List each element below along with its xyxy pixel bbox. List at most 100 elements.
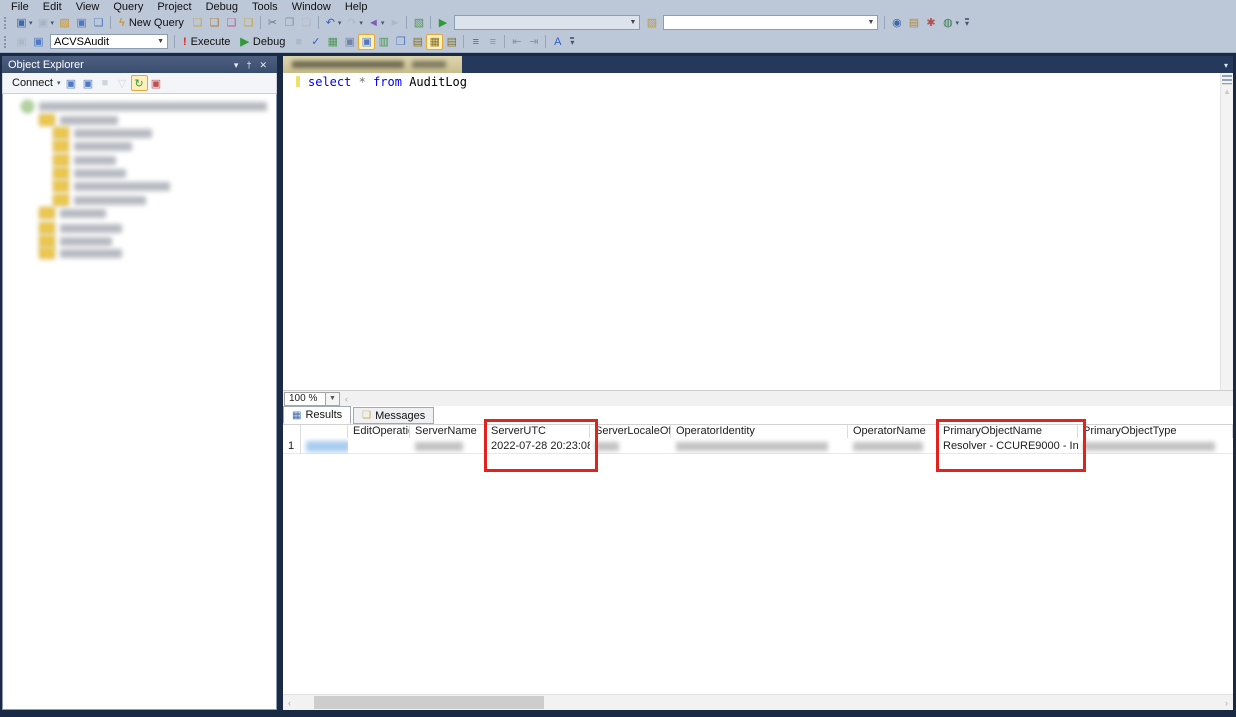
web-browser-icon[interactable]: ◍: [939, 15, 956, 31]
open-file-icon[interactable]: ▨: [56, 15, 73, 31]
redo-icon[interactable]: ↷: [343, 15, 360, 31]
tree-node-server[interactable]: [21, 99, 267, 113]
copy-icon[interactable]: ❐: [281, 15, 298, 31]
grid-cell-PrimaryObjectType[interactable]: [1078, 438, 1233, 454]
dropdown-caret-icon[interactable]: ▾: [381, 19, 385, 27]
tree-node-folder[interactable]: [39, 114, 118, 126]
tree-node-folder[interactable]: [53, 127, 152, 139]
specify-template-parameters-icon[interactable]: ▥: [375, 34, 392, 50]
sql-text-editor[interactable]: select * from AuditLog: [283, 73, 1220, 390]
results-to-text-icon[interactable]: ▤: [409, 34, 426, 50]
combo-dropdown-icon[interactable]: ▼: [868, 19, 875, 26]
tab-messages[interactable]: ❏ Messages: [353, 407, 435, 424]
grid-cell-ServerName[interactable]: [410, 438, 486, 454]
grid-column-header-ServerLocaleOffset[interactable]: ServerLocaleOffset: [590, 425, 671, 438]
object-explorer-tree[interactable]: [2, 94, 277, 710]
paste-icon[interactable]: ❑: [298, 15, 315, 31]
properties-window-icon[interactable]: ▤: [905, 15, 922, 31]
tree-node-folder[interactable]: [39, 207, 106, 219]
close-icon[interactable]: ✕: [255, 60, 271, 70]
grid-cell-EditOperation[interactable]: [348, 438, 410, 454]
increase-indent-icon[interactable]: ⇥: [525, 34, 542, 50]
include-client-statistics-icon[interactable]: ❐: [392, 34, 409, 50]
grid-cell-unnamed[interactable]: [301, 438, 348, 454]
disconnect-object-explorer-icon[interactable]: ▣: [80, 75, 97, 91]
scroll-up-icon[interactable]: ▲: [1221, 87, 1233, 97]
query-document-tab[interactable]: [283, 56, 462, 73]
navigate-backward-icon[interactable]: ◄: [365, 15, 382, 31]
add-item-icon[interactable]: ▣: [35, 15, 52, 31]
menu-item-tools[interactable]: Tools: [245, 0, 285, 14]
refresh-icon[interactable]: ↻: [130, 75, 148, 91]
dropdown-caret-icon[interactable]: ▾: [29, 19, 33, 27]
scroll-right-icon[interactable]: ›: [1220, 698, 1233, 708]
grid-column-header-unnamed[interactable]: [301, 425, 348, 438]
scroll-left-icon[interactable]: ‹: [283, 698, 296, 708]
results-horizontal-scrollbar[interactable]: ‹ ›: [283, 694, 1233, 710]
dropdown-caret-icon[interactable]: ▾: [338, 19, 342, 27]
grid-cell-OperatorIdentity[interactable]: [671, 438, 848, 454]
menu-item-view[interactable]: View: [69, 0, 107, 14]
connect-button[interactable]: Connect: [7, 74, 58, 92]
toolbar-grip[interactable]: [4, 35, 9, 48]
results-to-grid-icon[interactable]: ▦: [426, 33, 444, 50]
debug-button[interactable]: ▶ Debug: [235, 33, 290, 51]
uncomment-selection-icon[interactable]: ≡: [484, 34, 501, 50]
display-estimated-plan-icon[interactable]: ▦: [324, 34, 341, 50]
menu-item-query[interactable]: Query: [106, 0, 150, 14]
cut-icon[interactable]: ✂: [264, 15, 281, 31]
query-designer-icon[interactable]: ▣: [341, 34, 358, 50]
grid-column-header-OperatorName[interactable]: OperatorName: [848, 425, 938, 438]
scroll-left-icon[interactable]: ‹: [340, 394, 353, 404]
new-analysis-services-mdx-query-icon[interactable]: ❏: [206, 15, 223, 31]
new-analysis-services-xmla-query-icon[interactable]: ❏: [240, 15, 257, 31]
new-query-button[interactable]: ϟ New Query: [114, 14, 189, 32]
scrollbar-thumb[interactable]: [314, 696, 544, 709]
grid-cell-ServerLocaleOffset[interactable]: [590, 438, 671, 454]
new-item-icon[interactable]: ▣: [13, 15, 30, 31]
tree-node-folder[interactable]: [53, 154, 116, 166]
tree-node-folder[interactable]: [53, 167, 126, 179]
editor-vertical-scrollbar[interactable]: ▲: [1220, 73, 1233, 390]
undo-icon[interactable]: ↶: [322, 15, 339, 31]
dropdown-caret-icon[interactable]: ▾: [57, 79, 61, 87]
toolbar-overflow-icon[interactable]: ▾: [964, 17, 969, 28]
editor-zoom-level[interactable]: 100 %: [284, 391, 326, 406]
show-results-pane-icon[interactable]: ▣: [358, 33, 376, 50]
results-to-file-icon[interactable]: ▤: [443, 34, 460, 50]
stop-icon[interactable]: ■: [290, 34, 307, 50]
filter-icon[interactable]: ▽: [114, 75, 131, 91]
disconnect-connection-icon[interactable]: ▣: [30, 34, 47, 50]
execute-button[interactable]: ! Execute: [178, 33, 235, 51]
decrease-indent-icon[interactable]: ⇤: [508, 34, 525, 50]
tab-results[interactable]: ▦ Results: [283, 406, 352, 424]
detach-database-icon[interactable]: ▣: [148, 75, 165, 91]
menu-item-project[interactable]: Project: [150, 0, 198, 14]
grid-column-header-OperatorIdentity[interactable]: OperatorIdentity: [671, 425, 848, 438]
combo-dropdown-icon[interactable]: ▼: [630, 19, 637, 26]
grid-column-header-EditOperation[interactable]: EditOperation: [348, 425, 410, 438]
grid-cell-OperatorName[interactable]: [848, 438, 938, 454]
stop-icon[interactable]: ■: [97, 75, 114, 91]
tree-node-folder[interactable]: [39, 235, 112, 247]
connect-object-explorer-icon[interactable]: ▣: [63, 75, 80, 91]
new-database-engine-query-icon[interactable]: ❏: [189, 15, 206, 31]
menu-item-help[interactable]: Help: [338, 0, 375, 14]
dropdown-caret-icon[interactable]: ▾: [955, 19, 959, 27]
scrollbar-track[interactable]: [296, 695, 1220, 710]
menu-item-edit[interactable]: Edit: [36, 0, 69, 14]
start-icon[interactable]: ▶: [434, 15, 451, 31]
parse-icon[interactable]: ✓: [307, 34, 324, 50]
intellisense-enabled-icon[interactable]: A: [549, 34, 566, 50]
tree-node-folder[interactable]: [53, 180, 170, 192]
grid-row-header[interactable]: 1: [283, 438, 301, 454]
zoom-dropdown-icon[interactable]: ▼: [326, 391, 340, 406]
find-in-files-icon[interactable]: ◉: [888, 15, 905, 31]
tree-node-folder[interactable]: [53, 140, 132, 152]
tree-node-folder[interactable]: [39, 247, 122, 259]
menu-item-window[interactable]: Window: [285, 0, 338, 14]
activity-monitor-icon[interactable]: ▧: [410, 15, 427, 31]
save-icon[interactable]: ▣: [73, 15, 90, 31]
save-all-icon[interactable]: ❏: [90, 15, 107, 31]
menu-item-file[interactable]: File: [4, 0, 36, 14]
